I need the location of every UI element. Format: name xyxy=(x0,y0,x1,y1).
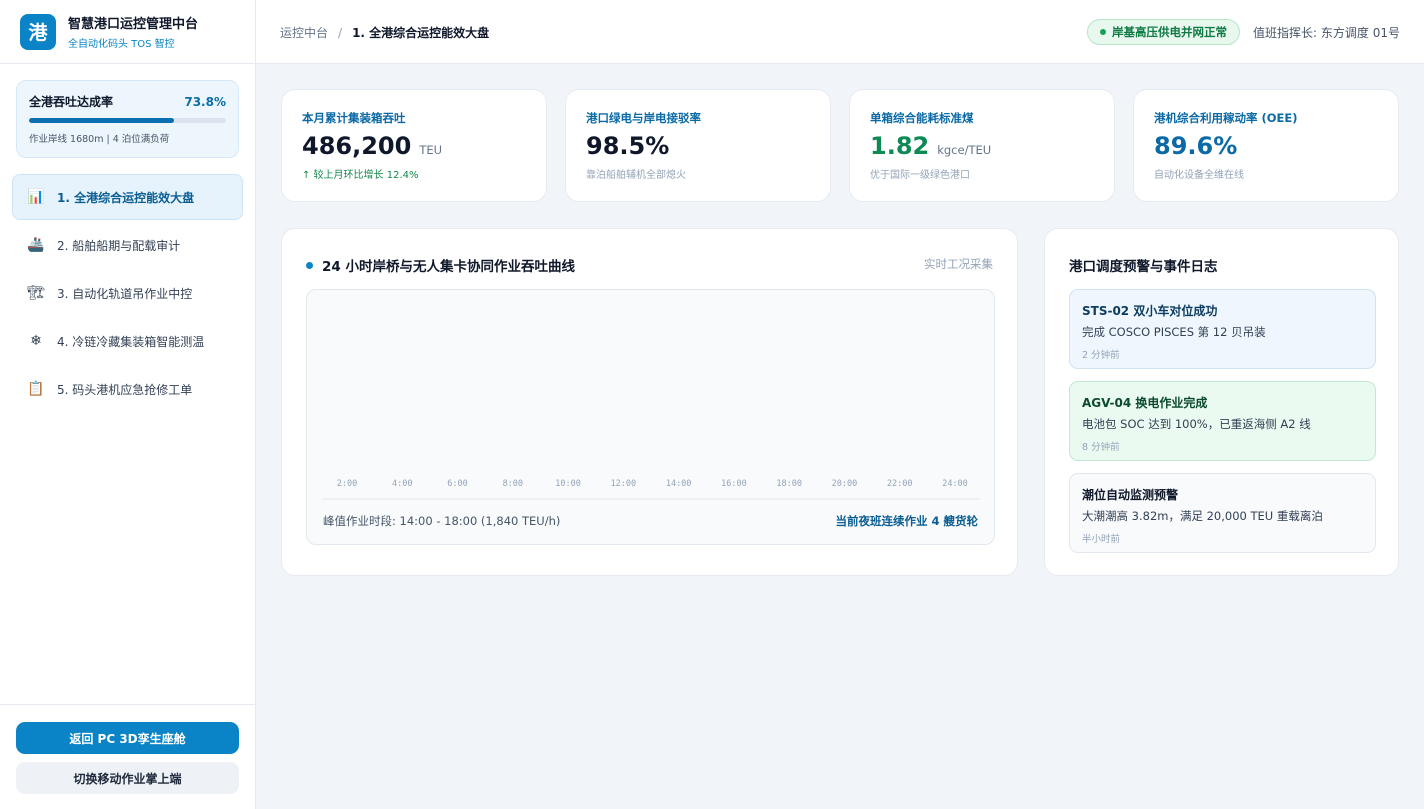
rate-progress-fill xyxy=(29,118,175,123)
throughput-chart-panel: 24 小时岸桥与无人集卡协同作业吞吐曲线 实时工况采集 2:00 4:00 6:00… xyxy=(281,228,1018,576)
rate-value: 73.8% xyxy=(184,94,226,109)
kpi-label: 港口绿电与岸电接驳率 xyxy=(586,111,701,125)
rate-label: 全港吞吐达成率 xyxy=(29,95,114,109)
kpi-value: 98.5% xyxy=(586,132,670,160)
kpi-unit: TEU xyxy=(419,143,443,157)
return-3d-twin-button[interactable]: 返回 PC 3D孪生座舱 xyxy=(16,722,239,754)
chart-title: 24 小时岸桥与无人集卡协同作业吞吐曲线 xyxy=(306,255,575,275)
sidebar-actions: 返回 PC 3D孪生座舱 切换移动作业掌上端 xyxy=(0,704,256,809)
chart-area: 2:00 4:00 6:00 8:00 10:00 12:00 14:00 16:00 18:0… xyxy=(306,289,995,545)
sidebar-item-rail-crane[interactable]: 🏗 3. 自动化轨道吊作业中控 xyxy=(12,270,243,316)
sidebar: 港 智慧港口运控管理中台 全自动化码头 TOS 智控 全港吞吐达成率 73.8%… xyxy=(0,0,256,809)
x-tick-label: 24:00 xyxy=(942,479,968,489)
x-tick-label: 4:00 xyxy=(392,479,412,489)
event-log-panel: 港口调度预警与事件日志 STS-02 双小车对位成功 完成 COSCO PISC… xyxy=(1044,228,1399,576)
kpi-card-energy: 单箱综合能耗标准煤 1.82 kgce/TEU 优于国际一级绿色港口 xyxy=(849,89,1115,202)
rate-progress-bar xyxy=(29,118,226,123)
x-tick-label: 14:00 xyxy=(666,479,692,489)
kpi-note: ↑ 较上月环比增长 12.4% xyxy=(302,170,419,181)
kpi-card-throughput: 本月累计集装箱吞吐 486,200 TEU ↑ 较上月环比增长 12.4% xyxy=(281,89,547,202)
x-tick-label: 8:00 xyxy=(503,479,523,489)
event-item[interactable]: AGV-04 换电作业完成 电池包 SOC 达到 100%，已重返海侧 A2 线… xyxy=(1069,381,1376,461)
chart-dot-icon xyxy=(306,261,313,269)
duty-commander: 值班指挥长: 东方调度 01号 xyxy=(1253,26,1400,40)
night-shift-text: 当前夜班连续作业 4 艘货轮 xyxy=(835,514,978,528)
sidebar-item-reefer-monitor[interactable]: ❄ 4. 冷链冷藏集装箱智能测温 xyxy=(12,318,243,364)
sidebar-item-label: 5. 码头港机应急抢修工单 xyxy=(57,382,193,397)
sidebar-item-label: 2. 船舶船期与配载审计 xyxy=(57,238,181,253)
chart-source-tag: 实时工况采集 xyxy=(924,257,993,271)
event-title: 潮位自动监测预警 xyxy=(1082,488,1179,502)
event-title: AGV-04 换电作业完成 xyxy=(1082,396,1208,410)
ship-icon: 🚢 xyxy=(27,237,45,253)
peak-period-text: 峰值作业时段: 14:00 - 18:00 (1,840 TEU/h) xyxy=(323,514,561,528)
top-header: 运控中台 / 1. 全港综合运控能效大盘 岸基高压供电并网正常 值班指挥长: 东… xyxy=(256,0,1424,64)
kpi-value: 486,200 xyxy=(302,132,412,160)
x-tick-label: 10:00 xyxy=(555,479,581,489)
snowflake-icon: ❄ xyxy=(30,333,42,349)
x-tick-label: 6:00 xyxy=(447,479,467,489)
sidebar-item-label: 1. 全港综合运控能效大盘 xyxy=(57,190,195,205)
event-item[interactable]: 潮位自动监测预警 大潮潮高 3.82m，满足 20,000 TEU 重载离泊 半… xyxy=(1069,473,1376,553)
rate-note: 作业岸线 1680m | 4 泊位满负荷 xyxy=(29,134,170,145)
breadcrumb-root-link[interactable]: 运控中台 xyxy=(280,24,328,41)
sidebar-item-label: 4. 冷链冷藏集装箱智能测温 xyxy=(57,334,205,349)
event-desc: 大潮潮高 3.82m，满足 20,000 TEU 重载离泊 xyxy=(1082,509,1323,523)
app-title: 智慧港口运控管理中台 xyxy=(68,17,199,32)
throughput-chart: 2:00 4:00 6:00 8:00 10:00 12:00 14:00 16:00 18:0… xyxy=(323,479,980,500)
kpi-label: 本月累计集装箱吞吐 xyxy=(302,111,406,125)
event-item[interactable]: STS-02 双小车对位成功 完成 COSCO PISCES 第 12 贝吊装 … xyxy=(1069,289,1376,369)
chart-title-text: 24 小时岸桥与无人集卡协同作业吞吐曲线 xyxy=(322,259,575,275)
event-time: 2 分钟前 xyxy=(1082,350,1120,361)
x-tick-label: 20:00 xyxy=(832,479,858,489)
sidebar-nav: 📊 1. 全港综合运控能效大盘 🚢 2. 船舶船期与配载审计 🏗 3. 自动化轨… xyxy=(12,174,243,414)
crane-icon: 🏗 xyxy=(27,285,45,301)
breadcrumb: 运控中台 / 1. 全港综合运控能效大盘 xyxy=(280,24,489,41)
sidebar-item-repair-orders[interactable]: 📋 5. 码头港机应急抢修工单 xyxy=(12,366,243,412)
kpi-label: 港机综合利用稼动率 (OEE) xyxy=(1154,111,1298,125)
app-subtitle: 全自动化码头 TOS 智控 xyxy=(68,39,175,50)
kpi-card-oee: 港机综合利用稼动率 (OEE) 89.6% 自动化设备全维在线 xyxy=(1133,89,1399,202)
port-logo-icon: 港 xyxy=(20,13,56,50)
breadcrumb-current: 1. 全港综合运控能效大盘 xyxy=(352,26,490,40)
x-tick-label: 22:00 xyxy=(887,479,913,489)
sidebar-item-dashboard[interactable]: 📊 1. 全港综合运控能效大盘 xyxy=(12,174,243,220)
event-time: 半小时前 xyxy=(1082,534,1121,545)
kpi-note: 优于国际一级绿色港口 xyxy=(870,170,970,181)
kpi-card-shore-power: 港口绿电与岸电接驳率 98.5% 靠泊船舶辅机全部熄火 xyxy=(565,89,831,202)
x-tick-label: 18:00 xyxy=(776,479,802,489)
breadcrumb-separator: / xyxy=(338,25,343,40)
sidebar-item-label: 3. 自动化轨道吊作业中控 xyxy=(57,286,193,301)
event-log-title: 港口调度预警与事件日志 xyxy=(1069,259,1218,275)
power-status-text: 岸基高压供电并网正常 xyxy=(1112,25,1227,39)
kpi-value: 89.6% xyxy=(1154,132,1238,160)
sidebar-item-vessel-schedule[interactable]: 🚢 2. 船舶船期与配载审计 xyxy=(12,222,243,268)
brand-header: 港 智慧港口运控管理中台 全自动化码头 TOS 智控 xyxy=(0,0,255,64)
switch-mobile-button[interactable]: 切换移动作业掌上端 xyxy=(16,762,239,794)
event-desc: 完成 COSCO PISCES 第 12 贝吊装 xyxy=(1082,325,1266,339)
event-title: STS-02 双小车对位成功 xyxy=(1082,304,1218,318)
throughput-rate-card: 全港吞吐达成率 73.8% 作业岸线 1680m | 4 泊位满负荷 xyxy=(16,80,239,158)
kpi-unit: kgce/TEU xyxy=(937,143,992,157)
clipboard-icon: 📋 xyxy=(27,381,45,397)
event-desc: 电池包 SOC 达到 100%，已重返海侧 A2 线 xyxy=(1082,417,1311,431)
x-tick-label: 12:00 xyxy=(611,479,637,489)
bar-chart-icon: 📊 xyxy=(27,189,45,205)
kpi-label: 单箱综合能耗标准煤 xyxy=(870,111,974,125)
event-time: 8 分钟前 xyxy=(1082,442,1120,453)
kpi-note: 自动化设备全维在线 xyxy=(1154,170,1244,181)
power-status-badge: 岸基高压供电并网正常 xyxy=(1087,19,1240,45)
kpi-value: 1.82 xyxy=(870,132,930,160)
x-tick-label: 16:00 xyxy=(721,479,747,489)
status-dot-icon xyxy=(1100,29,1106,35)
kpi-note: 靠泊船舶辅机全部熄火 xyxy=(586,170,686,181)
x-tick-label: 2:00 xyxy=(337,479,357,489)
